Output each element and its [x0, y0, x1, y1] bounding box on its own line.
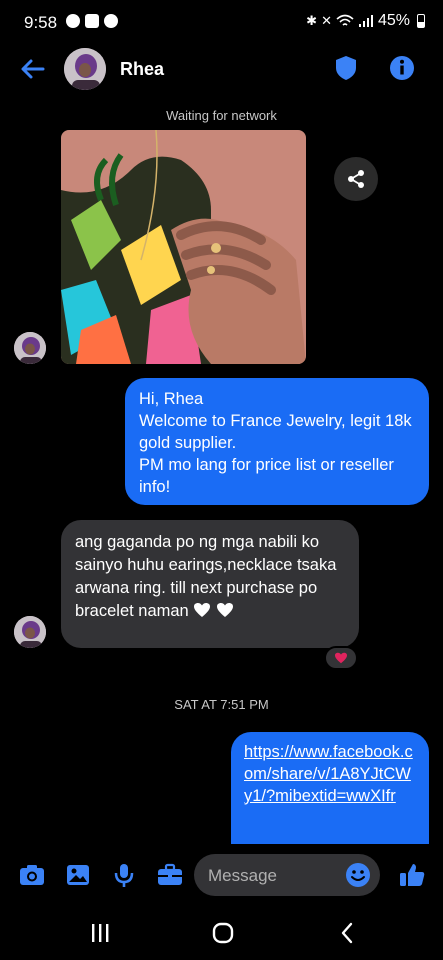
message-input[interactable]: Message: [194, 854, 380, 896]
shield-icon[interactable]: [332, 54, 360, 82]
gallery-icon[interactable]: [64, 861, 92, 889]
system-status: ✱ ✕ 45%: [306, 12, 425, 30]
home-icon[interactable]: [209, 920, 237, 946]
network-status: Waiting for network: [166, 108, 277, 123]
sender-avatar[interactable]: [14, 332, 46, 364]
share-button[interactable]: [334, 157, 378, 201]
contact-name[interactable]: Rhea: [120, 59, 164, 80]
thumbs-up-icon[interactable]: [398, 861, 426, 889]
avatar-image: [64, 48, 106, 90]
white-heart-emoji: [216, 603, 233, 617]
battery-icon: [417, 14, 425, 28]
photo-image: [61, 130, 306, 364]
notification-icons: [66, 14, 118, 28]
camera-icon[interactable]: [18, 861, 46, 889]
incoming-message[interactable]: ang gaganda po ng mga nabili ko sainyo h…: [61, 520, 359, 648]
status-time: 9:58: [24, 13, 58, 32]
sender-avatar[interactable]: [14, 616, 46, 648]
signal-icon: [358, 15, 373, 27]
checkbox-notification-icon: [85, 14, 99, 28]
info-icon[interactable]: [388, 54, 416, 82]
microphone-icon[interactable]: [110, 861, 138, 889]
chat-header: Rhea: [0, 44, 443, 98]
avatar-image: [14, 332, 46, 364]
shared-photo[interactable]: [61, 130, 306, 364]
nav-back-icon[interactable]: [334, 920, 362, 946]
outgoing-message[interactable]: Hi, Rhea Welcome to France Jewelry, legi…: [125, 378, 429, 505]
do-not-disturb-icon: [66, 14, 80, 28]
sync-notification-icon: [104, 14, 118, 28]
mute-icon: ✕: [321, 13, 332, 28]
bluetooth-icon: ✱: [306, 13, 318, 28]
system-navigation-bar: [0, 906, 443, 960]
avatar-image: [14, 616, 46, 648]
contact-avatar[interactable]: [64, 48, 106, 90]
recent-apps-icon[interactable]: [86, 920, 114, 946]
shared-link[interactable]: https://www.facebook.com/share/v/1A8YJtC…: [244, 743, 413, 805]
message-timestamp: SAT AT 7:51 PM: [174, 697, 269, 712]
emoji-icon[interactable]: [345, 862, 371, 888]
back-arrow-icon[interactable]: [18, 54, 48, 84]
share-icon: [348, 170, 364, 188]
status-bar: 9:58 ✱ ✕ 45%: [0, 0, 443, 44]
link-message[interactable]: https://www.facebook.com/share/v/1A8YJtC…: [231, 732, 429, 844]
message-composer: Message: [0, 844, 443, 906]
white-heart-emoji: [194, 603, 211, 617]
briefcase-icon[interactable]: [156, 861, 184, 889]
red-heart-icon: [335, 652, 347, 664]
wifi-icon: [336, 14, 354, 26]
message-placeholder: Message: [208, 866, 277, 885]
heart-reaction[interactable]: [324, 646, 358, 670]
battery-percent: 45%: [377, 12, 410, 29]
